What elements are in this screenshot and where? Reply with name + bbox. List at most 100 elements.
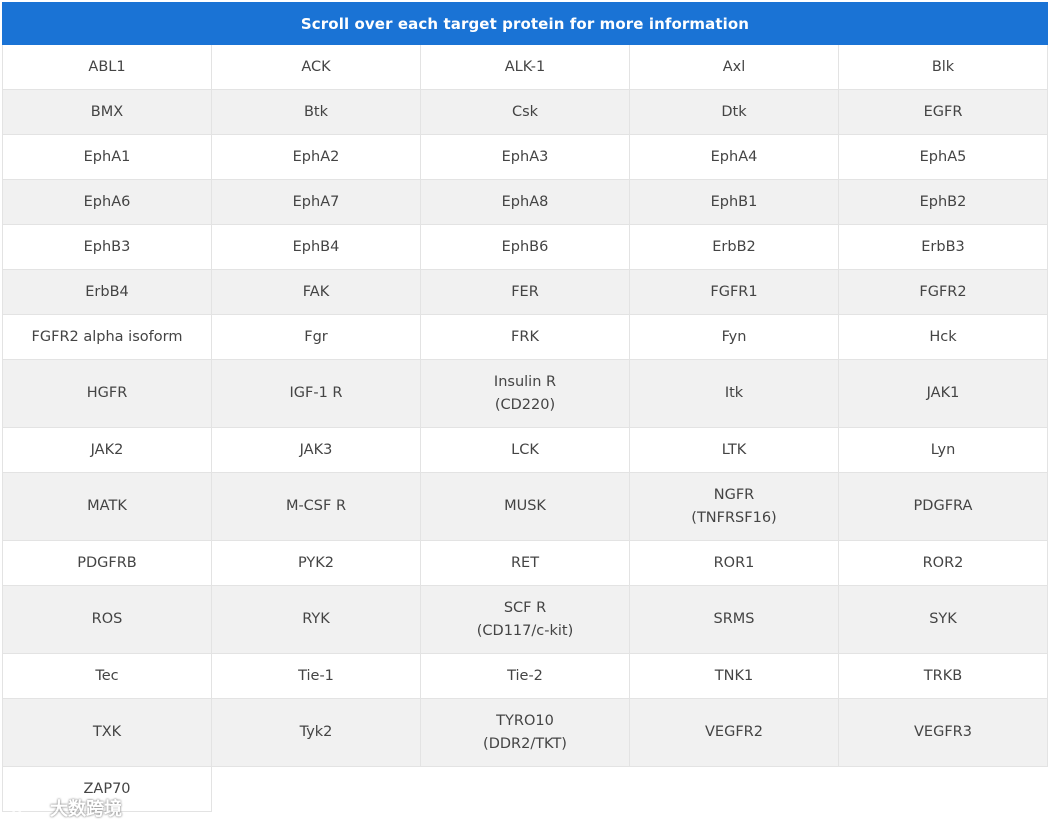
protein-cell[interactable]: LCK xyxy=(421,428,630,473)
protein-cell[interactable]: FGFR2 xyxy=(839,270,1048,315)
protein-cell[interactable]: LTK xyxy=(630,428,839,473)
protein-cell[interactable]: ErbB3 xyxy=(839,225,1048,270)
protein-cell[interactable]: TXK xyxy=(3,699,212,767)
protein-name: EphB2 xyxy=(919,193,967,210)
protein-cell[interactable]: TYRO10 (DDR2/TKT) xyxy=(421,699,630,767)
protein-cell[interactable]: Hck xyxy=(839,315,1048,360)
protein-cell[interactable]: MATK xyxy=(3,473,212,541)
protein-cell[interactable]: FGFR1 xyxy=(630,270,839,315)
protein-name: ErbB2 xyxy=(712,238,756,255)
protein-cell[interactable]: BMX xyxy=(3,90,212,135)
protein-cell[interactable]: Csk xyxy=(421,90,630,135)
protein-cell[interactable]: JAK1 xyxy=(839,360,1048,428)
protein-name: M-CSF R xyxy=(285,498,347,514)
protein-name: ErbB3 xyxy=(921,238,965,255)
protein-cell[interactable]: Tie-1 xyxy=(212,654,421,699)
protein-cell[interactable]: EphB1 xyxy=(630,180,839,225)
protein-cell[interactable]: ROS xyxy=(3,586,212,654)
protein-cell[interactable]: JAK2 xyxy=(3,428,212,473)
watermark-text: 大数跨境 xyxy=(50,799,122,820)
protein-cell[interactable]: EphA8 xyxy=(421,180,630,225)
protein-cell[interactable]: SRMS xyxy=(630,586,839,654)
protein-name: EphA1 xyxy=(83,148,131,165)
protein-name: HGFR xyxy=(86,385,128,401)
protein-cell[interactable]: Blk xyxy=(839,45,1048,90)
protein-cell[interactable]: EphB4 xyxy=(212,225,421,270)
protein-name: NGFR (TNFRSF16) xyxy=(691,486,777,526)
protein-name: EphA5 xyxy=(919,148,967,165)
protein-cell[interactable]: FAK xyxy=(212,270,421,315)
protein-name: ABL1 xyxy=(88,58,126,75)
protein-cell[interactable]: ErbB2 xyxy=(630,225,839,270)
protein-cell[interactable]: EphA4 xyxy=(630,135,839,180)
protein-cell[interactable]: VEGFR2 xyxy=(630,699,839,767)
protein-name: EGFR xyxy=(923,103,963,120)
protein-cell[interactable]: MUSK xyxy=(421,473,630,541)
protein-cell[interactable]: EphA2 xyxy=(212,135,421,180)
protein-name: RET xyxy=(510,554,540,571)
protein-cell[interactable]: FER xyxy=(421,270,630,315)
protein-cell[interactable]: EphB3 xyxy=(3,225,212,270)
protein-name: EphB1 xyxy=(710,193,758,210)
protein-cell[interactable]: PDGFRB xyxy=(3,541,212,586)
protein-cell[interactable]: ErbB4 xyxy=(3,270,212,315)
protein-name: PYK2 xyxy=(297,554,335,571)
protein-cell[interactable]: TNK1 xyxy=(630,654,839,699)
protein-cell[interactable]: FRK xyxy=(421,315,630,360)
protein-cell[interactable]: NGFR (TNFRSF16) xyxy=(630,473,839,541)
protein-cell[interactable]: ROR1 xyxy=(630,541,839,586)
protein-cell[interactable]: Btk xyxy=(212,90,421,135)
protein-cell[interactable]: Tyk2 xyxy=(212,699,421,767)
protein-cell[interactable]: ACK xyxy=(212,45,421,90)
protein-cell[interactable]: EphA3 xyxy=(421,135,630,180)
protein-cell[interactable]: EphB2 xyxy=(839,180,1048,225)
protein-cell[interactable]: FGFR2 alpha isoform xyxy=(3,315,212,360)
protein-name: Itk xyxy=(724,385,744,401)
protein-name: EphB6 xyxy=(501,238,549,255)
protein-name: EphB3 xyxy=(83,238,131,255)
protein-name: JAK1 xyxy=(926,385,960,401)
protein-cell[interactable]: EphA6 xyxy=(3,180,212,225)
protein-cell[interactable]: EphA1 xyxy=(3,135,212,180)
protein-name: Dtk xyxy=(721,103,747,120)
protein-cell[interactable]: SYK xyxy=(839,586,1048,654)
protein-cell[interactable]: HGFR xyxy=(3,360,212,428)
protein-cell[interactable]: TRKB xyxy=(839,654,1048,699)
protein-cell[interactable]: VEGFR3 xyxy=(839,699,1048,767)
protein-cell[interactable]: PYK2 xyxy=(212,541,421,586)
protein-cell[interactable]: Dtk xyxy=(630,90,839,135)
protein-cell[interactable]: Axl xyxy=(630,45,839,90)
protein-name: EphB4 xyxy=(292,238,340,255)
protein-cell[interactable]: IGF-1 R xyxy=(212,360,421,428)
protein-cell[interactable]: Itk xyxy=(630,360,839,428)
protein-cell[interactable]: Tie-2 xyxy=(421,654,630,699)
protein-cell[interactable]: Fgr xyxy=(212,315,421,360)
protein-cell[interactable]: ROR2 xyxy=(839,541,1048,586)
protein-cell[interactable]: EphB6 xyxy=(421,225,630,270)
protein-cell[interactable]: Tec xyxy=(3,654,212,699)
protein-cell[interactable]: Lyn xyxy=(839,428,1048,473)
protein-cell[interactable]: RET xyxy=(421,541,630,586)
protein-cell[interactable]: RYK xyxy=(212,586,421,654)
protein-cell[interactable]: JAK3 xyxy=(212,428,421,473)
target-protein-table: Scroll over each target protein for more… xyxy=(2,2,1048,812)
protein-cell[interactable]: M-CSF R xyxy=(212,473,421,541)
protein-name: EphA6 xyxy=(83,193,131,210)
empty-cell xyxy=(839,767,1048,812)
protein-cell[interactable]: Fyn xyxy=(630,315,839,360)
protein-name: BMX xyxy=(90,103,124,120)
empty-cell xyxy=(421,767,630,812)
protein-cell[interactable]: EphA7 xyxy=(212,180,421,225)
watermark-logo-icon xyxy=(12,797,43,817)
protein-name: ALK-1 xyxy=(504,58,546,75)
protein-cell[interactable]: SCF R (CD117/c-kit) xyxy=(421,586,630,654)
protein-name: EphA8 xyxy=(501,193,549,210)
protein-cell[interactable]: ABL1 xyxy=(3,45,212,90)
protein-name: FGFR1 xyxy=(710,283,758,300)
protein-cell[interactable]: Insulin R (CD220) xyxy=(421,360,630,428)
protein-cell[interactable]: PDGFRA xyxy=(839,473,1048,541)
protein-cell[interactable]: EGFR xyxy=(839,90,1048,135)
protein-cell[interactable]: EphA5 xyxy=(839,135,1048,180)
protein-cell[interactable]: ALK-1 xyxy=(421,45,630,90)
protein-name: TRKB xyxy=(923,667,963,684)
